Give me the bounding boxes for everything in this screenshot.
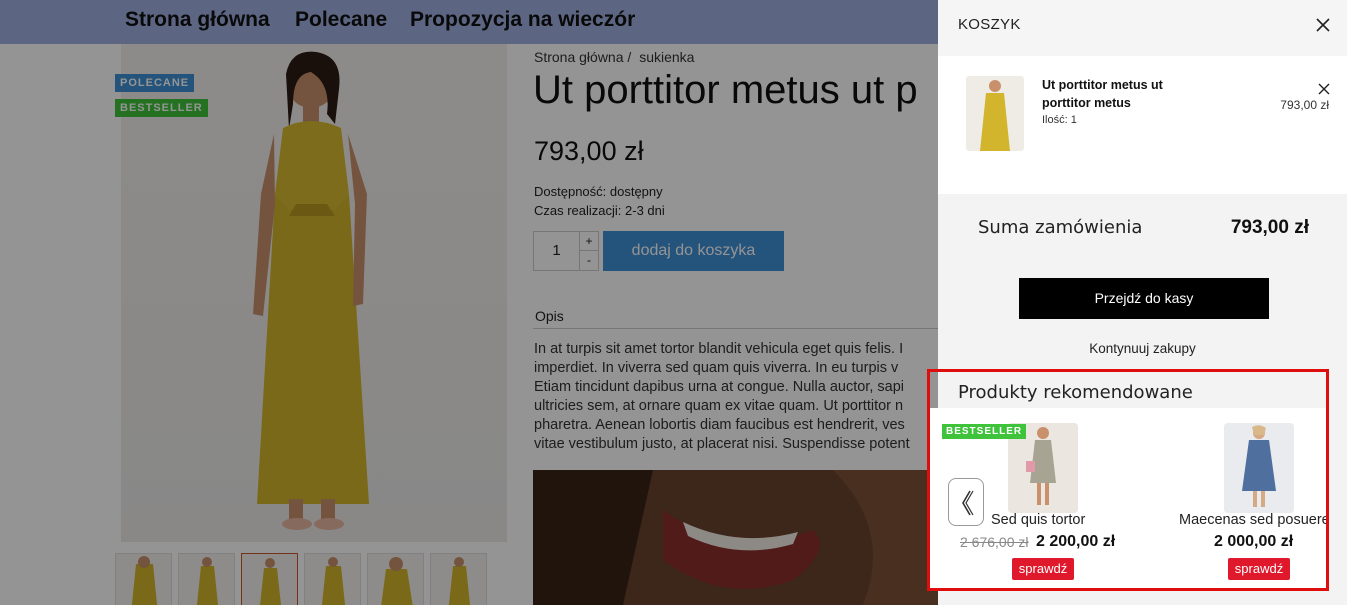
recommended-highlight-frame bbox=[927, 369, 1329, 591]
close-icon[interactable] bbox=[1315, 17, 1331, 33]
cart-item-image[interactable] bbox=[966, 76, 1024, 151]
continue-shopping-link[interactable]: Kontynuuj zakupy bbox=[938, 341, 1347, 356]
cart-item-price: 793,00 zł bbox=[1280, 98, 1329, 112]
checkout-button[interactable]: Przejdź do kasy bbox=[1019, 278, 1269, 319]
remove-icon[interactable] bbox=[1318, 80, 1330, 95]
cart-item-name[interactable]: Ut porttitor metus ut porttitor metus bbox=[1042, 76, 1192, 112]
cart-title: KOSZYK bbox=[958, 16, 1021, 33]
cart-item-quantity: Ilość: 1 bbox=[1042, 114, 1077, 126]
page-dim-overlay[interactable] bbox=[0, 0, 938, 605]
order-total-value: 793,00 zł bbox=[1230, 217, 1309, 238]
cart-header: KOSZYK bbox=[938, 0, 1347, 56]
order-total-label: Suma zamówienia bbox=[978, 217, 1143, 238]
cart-item: Ut porttitor metus ut porttitor metus Il… bbox=[938, 56, 1347, 194]
